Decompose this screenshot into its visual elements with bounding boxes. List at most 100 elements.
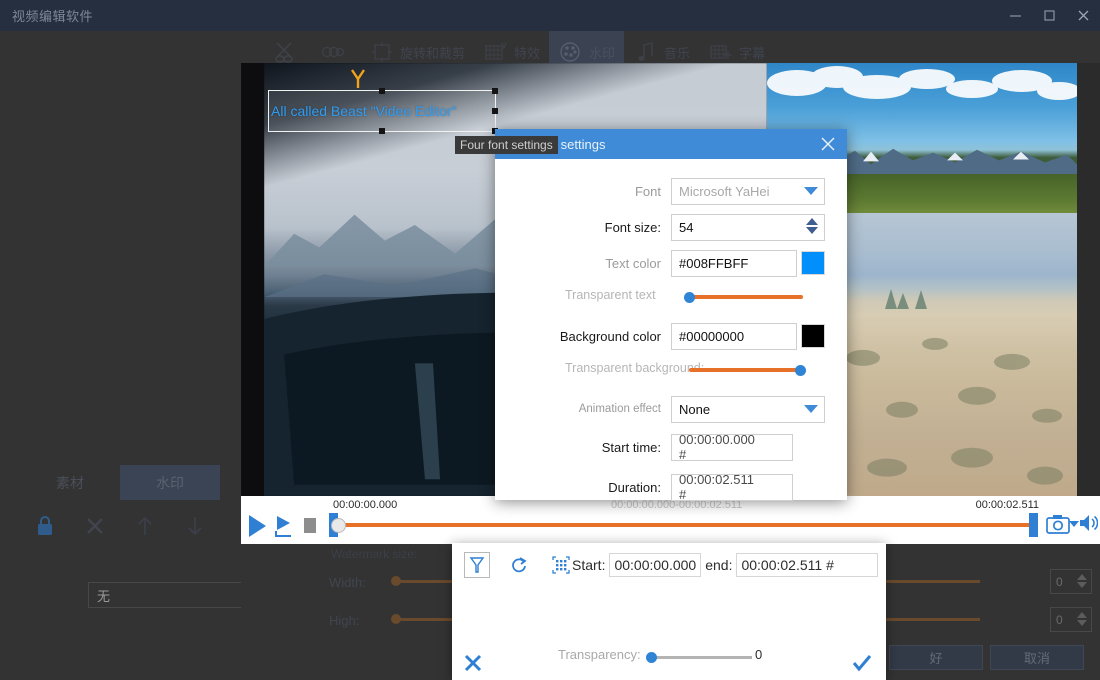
toolbar-item-label: 旋转和裁剪 — [400, 45, 466, 61]
move-down-icon[interactable] — [170, 508, 220, 544]
background-color-field[interactable]: #00000000 — [671, 322, 797, 350]
text-overlay-selection[interactable]: All called Beast "Video Editor" — [268, 88, 498, 134]
transparent-text-label: Transparent text — [565, 288, 656, 302]
popup-end-label: end: — [705, 557, 733, 573]
watermark-width-stepper[interactable]: 0 — [1050, 569, 1092, 594]
font-label: Font — [634, 183, 661, 199]
timeline-out-marker[interactable] — [1029, 513, 1038, 537]
cancel-button[interactable]: 取消 — [990, 645, 1084, 670]
resize-handle-bottom[interactable] — [379, 128, 385, 134]
font-size-row: Font size: 54 — [503, 209, 825, 245]
stepper-arrows[interactable] — [1077, 612, 1087, 626]
move-up-icon[interactable] — [120, 508, 170, 544]
font-row: Font Microsoft YaHei — [503, 173, 825, 209]
watermark-height-knob[interactable] — [391, 614, 401, 624]
overlay-text: All called Beast "Video Editor" — [271, 103, 457, 119]
stop-icon[interactable] — [304, 518, 316, 533]
text-color-swatch[interactable] — [801, 251, 825, 275]
close-icon[interactable] — [1066, 0, 1100, 31]
start-time-label: Start time: — [601, 439, 661, 455]
transparent-background-track[interactable] — [689, 368, 803, 372]
popup-end-field[interactable]: 00:00:02.511 # — [736, 553, 878, 577]
popup-start-field[interactable]: 00:00:00.000 — [609, 553, 702, 577]
minimize-icon[interactable] — [998, 0, 1032, 31]
check-icon[interactable] — [852, 654, 872, 672]
chevron-down-icon — [804, 404, 818, 413]
tab-material[interactable]: 素材 — [20, 465, 120, 500]
play-segment-icon[interactable] — [275, 515, 297, 537]
transparent-background-slider[interactable]: Transparent background: — [503, 359, 825, 383]
title-bar: 视频编辑软件 — [0, 0, 1100, 31]
watermark-width-label: Width: — [329, 574, 366, 590]
speaker-icon[interactable] — [1079, 513, 1099, 533]
tab-watermark[interactable]: 水印 — [120, 465, 220, 500]
toolbar-item-label: 音乐 — [664, 45, 691, 61]
close-icon[interactable] — [817, 133, 839, 155]
font-size-value: 54 — [671, 213, 825, 241]
film-strip-icon — [320, 39, 346, 65]
font-size-label: Font size: — [604, 219, 661, 235]
transparency-label: Transparency: — [558, 647, 641, 662]
animation-effect-select[interactable]: None — [671, 395, 825, 423]
timeline-track[interactable] — [337, 523, 1030, 527]
watermark-width-knob[interactable] — [391, 576, 401, 586]
font-select[interactable]: Microsoft YaHei — [671, 177, 825, 205]
popup-start-value: 00:00:00.000 — [614, 557, 697, 573]
dialog-body: Font Microsoft YaHei Font size: 54 Text … — [495, 159, 847, 507]
watermark-reel-icon — [558, 39, 584, 65]
start-time-field[interactable]: 00:00:00.000 # — [671, 432, 793, 462]
background-color-value: #00000000 — [671, 322, 797, 350]
duration-row: Duration: 00:00:02.511 # — [503, 467, 825, 507]
timeline-total-time: 00:00:02.511 — [975, 499, 1039, 511]
animation-effect-value: None — [671, 395, 825, 423]
transparent-text-track[interactable] — [689, 295, 803, 299]
resize-handle-top-right[interactable] — [492, 88, 498, 94]
window-controls — [998, 0, 1100, 31]
stepper-arrows[interactable] — [806, 217, 818, 234]
dialog-tooltip-tag: Four font settings — [455, 136, 558, 154]
animation-effect-row: Animation effect None — [503, 391, 825, 427]
start-time-row: Start time: 00:00:00.000 # — [503, 427, 825, 467]
background-color-swatch[interactable] — [801, 324, 825, 348]
app-root: 视频编辑软件 旋转和裁剪 特效 水印 音乐 字幕 All called Beas… — [0, 0, 1100, 680]
watermark-height-stepper[interactable]: 0 — [1050, 607, 1092, 632]
transparent-text-knob[interactable] — [684, 292, 695, 303]
funnel-icon[interactable] — [464, 552, 490, 578]
camera-icon[interactable] — [1046, 514, 1070, 534]
timeline-current-time: 00:00:00.000 — [333, 499, 398, 511]
chevron-down-icon — [804, 186, 818, 195]
transparency-knob[interactable] — [646, 652, 657, 663]
chevron-down-icon[interactable] — [1069, 521, 1079, 527]
rotate-icon[interactable] — [506, 552, 532, 578]
transparent-background-knob[interactable] — [795, 365, 806, 376]
maximize-icon[interactable] — [1032, 0, 1066, 31]
resize-handle-right[interactable] — [492, 108, 498, 114]
text-color-field[interactable]: #008FFBFF — [671, 249, 797, 277]
transparency-track[interactable] — [652, 656, 752, 659]
watermark-type-value: 无 — [97, 588, 111, 604]
preview-letterbox — [1077, 63, 1100, 496]
resize-handle-top[interactable] — [379, 88, 385, 94]
panel-tabs: 素材 水印 — [20, 465, 220, 500]
font-size-stepper[interactable]: 54 — [671, 213, 825, 241]
start-time-value: 00:00:00.000 # — [671, 432, 793, 462]
delete-x-icon[interactable] — [70, 508, 120, 544]
subtitle-icon — [708, 39, 734, 65]
ok-button[interactable]: 好 — [889, 645, 983, 670]
x-icon[interactable] — [464, 654, 482, 672]
duration-field[interactable]: 00:00:02.511 # — [671, 472, 793, 502]
font-value: Microsoft YaHei — [671, 177, 825, 205]
lock-icon[interactable] — [20, 508, 70, 544]
text-color-row: Text color #008FFBFF — [503, 245, 825, 281]
stepper-arrows[interactable] — [1077, 574, 1087, 588]
watermark-width-value: 0 — [1056, 574, 1063, 589]
grid-select-icon[interactable] — [548, 552, 574, 578]
timeline-playhead[interactable] — [331, 518, 346, 533]
background-color-label: Background color — [559, 328, 661, 344]
transparent-text-slider[interactable]: Transparent text — [503, 286, 825, 310]
rotate-handle[interactable] — [350, 68, 366, 90]
music-note-icon — [633, 39, 659, 65]
watermark-height-label: High: — [329, 612, 360, 628]
play-icon[interactable] — [249, 515, 266, 537]
toolbar-item-label: 水印 — [589, 45, 616, 61]
